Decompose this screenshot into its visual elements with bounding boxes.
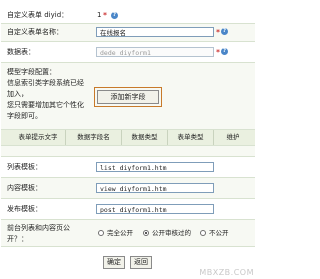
public-label: 前台列表和内容页公 开？： <box>7 223 70 245</box>
back-button[interactable]: 返回 <box>130 256 152 269</box>
field-table-header: 表单提示文字 数据字段名 数据类型 表单类型 维护 <box>1 130 255 146</box>
list-template-label: 列表模板： <box>7 163 42 171</box>
help-icon[interactable]: ? <box>221 28 228 35</box>
post-template-input[interactable]: post_diyform1.htm <box>96 204 214 214</box>
help-icon[interactable]: ? <box>111 12 118 19</box>
confirm-button[interactable]: 确定 <box>103 256 125 269</box>
watermark: MBXZB.COM <box>199 268 254 277</box>
field-table-header-cell: 表单提示文字 <box>11 130 66 145</box>
table-row: 数据表： dede_diyform1 * ? <box>1 42 255 63</box>
list-template-input[interactable]: list_diyform1.htm <box>96 162 214 172</box>
diyid-row: 自定义表单 diyid： 1 * ? <box>1 8 255 24</box>
model-label-line: 加入， <box>7 90 28 98</box>
field-table-header-cell: 表单类型 <box>168 130 214 145</box>
model-label-line: 信息索引类字段系统已经 <box>7 79 84 87</box>
field-table-header-cell: 维护 <box>226 133 240 141</box>
table-required-mark: * <box>216 48 220 57</box>
public-row: 前台列表和内容页公 开？： 完全公开 公开审核过的 不公开 <box>1 220 255 247</box>
public-radio-none[interactable] <box>200 230 206 236</box>
add-field-button[interactable]: 添加新字段 <box>97 90 159 104</box>
field-table-header-cell: 数据字段名 <box>66 130 122 145</box>
public-radio-label: 不公开 <box>209 229 229 237</box>
model-label-line: 您只需要增加其它个性化 <box>7 101 84 109</box>
diyid-value: 1 <box>97 11 102 19</box>
public-radio-approved[interactable] <box>143 230 149 236</box>
view-template-input[interactable]: view_diyform1.htm <box>96 183 214 193</box>
public-label-line: 前台列表和内容页公 <box>7 224 70 232</box>
list-template-row: 列表模板： list_diyform1.htm <box>1 157 255 178</box>
model-config-label: 模型字段配置： 信息索引类字段系统已经 加入， 您只需要增加其它个性化 字段即可… <box>7 67 84 122</box>
public-radio-label: 公开审核过的 <box>152 229 191 237</box>
name-input[interactable]: 在线报名 <box>96 27 214 37</box>
post-template-row: 发布模板： post_diyform1.htm <box>1 199 255 220</box>
model-label-line: 字段即可。 <box>7 112 42 120</box>
table-label: 数据表： <box>7 48 35 56</box>
diyid-required-mark: * <box>103 11 107 20</box>
public-radio-label: 完全公开 <box>107 229 133 237</box>
view-template-label: 内容模板： <box>7 184 42 192</box>
post-template-label: 发布模板： <box>7 205 42 213</box>
model-label-line: 模型字段配置： <box>7 68 56 76</box>
name-label: 自定义表单名称： <box>7 28 63 36</box>
name-row: 自定义表单名称： 在线报名 * ? <box>1 24 255 42</box>
public-label-line: 开？： <box>7 235 28 243</box>
field-table-header-cell: 数据类型 <box>122 130 168 145</box>
diyid-label: 自定义表单 diyid： <box>7 11 69 19</box>
public-radio-full[interactable] <box>98 230 104 236</box>
help-icon[interactable]: ? <box>221 48 228 55</box>
view-template-row: 内容模板： view_diyform1.htm <box>1 178 255 199</box>
model-config-row: 模型字段配置： 信息索引类字段系统已经 加入， 您只需要增加其它个性化 字段即可… <box>1 63 255 130</box>
table-input[interactable]: dede_diyform1 <box>96 47 214 57</box>
name-required-mark: * <box>216 28 220 37</box>
field-table-body <box>1 146 255 157</box>
